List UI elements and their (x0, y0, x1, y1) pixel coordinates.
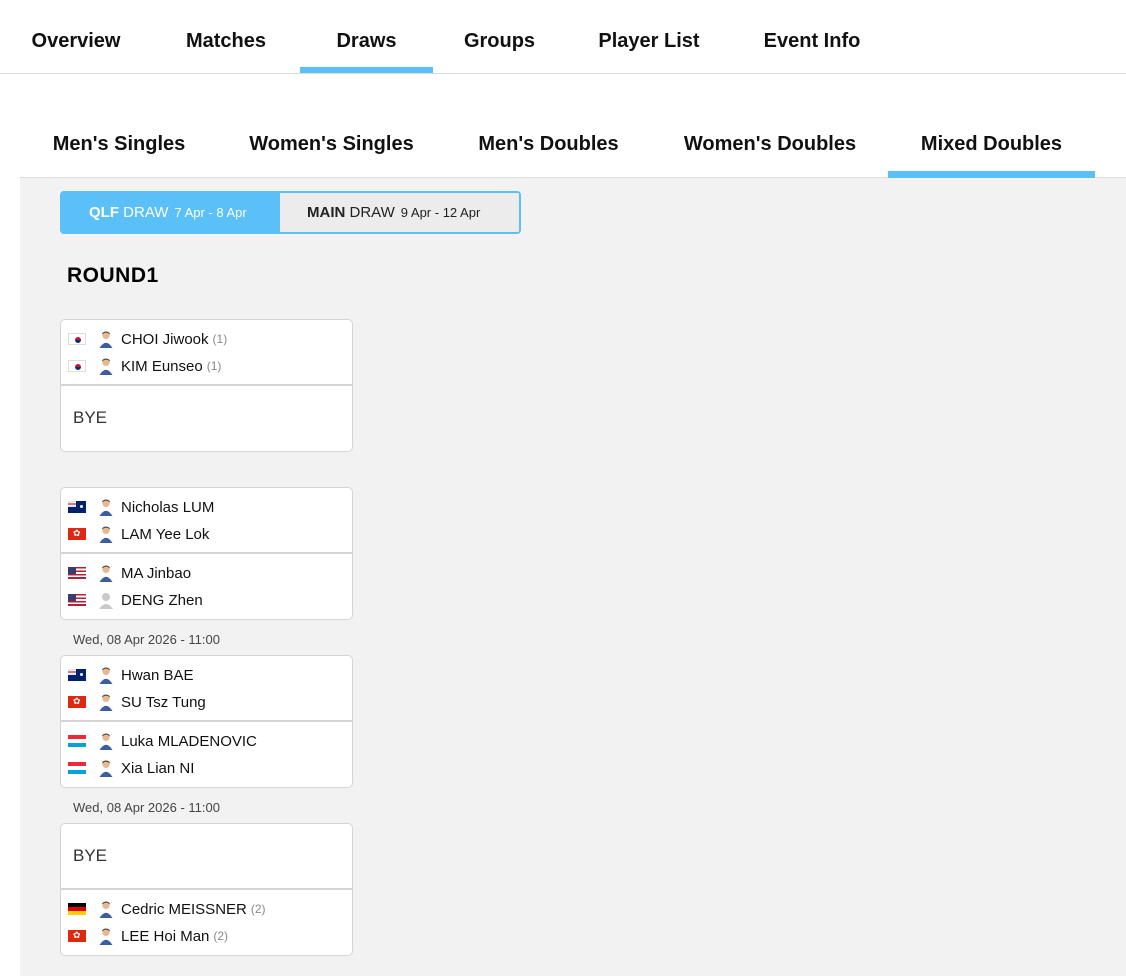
player-row[interactable]: KIM Eunseo (1) (68, 355, 221, 377)
player-name[interactable]: MA Jinbao (121, 565, 191, 582)
player-avatar-icon (97, 759, 115, 777)
player-name[interactable]: KIM Eunseo (121, 358, 203, 375)
player-row[interactable]: LEE Hoi Man (2) (68, 925, 228, 947)
default-avatar-icon (97, 591, 115, 609)
player-name[interactable]: CHOI Jiwook (121, 331, 209, 348)
player-name[interactable]: Nicholas LUM (121, 499, 214, 516)
match-card[interactable]: Hwan BAE SU Tsz Tung Luka MLADENOVIC Xia Li… (60, 655, 353, 788)
lu-flag-icon (68, 762, 86, 774)
qlf-dates: 7 Apr - 8 Apr (174, 205, 247, 220)
seed-number: (2) (213, 929, 229, 943)
player-name[interactable]: LAM Yee Lok (121, 526, 209, 543)
player-row[interactable]: Nicholas LUM (68, 496, 214, 518)
player-avatar-icon (97, 732, 115, 750)
event-tab-bar: Men's Singles Women's Singles Men's Doub… (20, 120, 1126, 178)
au-flag-icon (68, 669, 86, 681)
player-name[interactable]: SU Tsz Tung (121, 694, 206, 711)
tab-matches[interactable]: Matches (152, 0, 300, 73)
match-card[interactable]: Nicholas LUM LAM Yee Lok MA Jinbao DENG Zhe… (60, 487, 353, 620)
player-row[interactable]: Xia Lian NI (68, 757, 194, 779)
seed-number: (2) (250, 902, 266, 916)
tab-mixed-doubles[interactable]: Mixed Doubles (888, 120, 1095, 178)
player-name[interactable]: Xia Lian NI (121, 760, 194, 777)
round-title: ROUND1 (67, 264, 159, 287)
kr-flag-icon (68, 360, 86, 372)
de-flag-icon (68, 903, 86, 915)
player-avatar-icon (97, 498, 115, 516)
player-avatar-icon (97, 666, 115, 684)
us-flag-icon (68, 567, 86, 579)
player-row[interactable]: Luka MLADENOVIC (68, 730, 257, 752)
player-name[interactable]: Luka MLADENOVIC (121, 733, 257, 750)
bye-label: BYE (73, 408, 108, 427)
player-row[interactable]: Hwan BAE (68, 664, 194, 686)
player-name[interactable]: Hwan BAE (121, 667, 194, 684)
main-label: MAIN (307, 204, 346, 221)
match-side-bottom: MA Jinbao DENG Zhen (61, 554, 352, 620)
hk-flag-icon (68, 696, 86, 708)
player-row[interactable]: DENG Zhen (68, 589, 203, 611)
main-draw-button[interactable]: MAIN DRAW 9 Apr - 12 Apr (280, 193, 519, 232)
tab-womens-doubles[interactable]: Women's Doubles (652, 120, 888, 177)
match-time: Wed, 08 Apr 2026 - 11:00 (73, 800, 220, 815)
match-side-top: Hwan BAE SU Tsz Tung (61, 656, 352, 722)
player-avatar-icon (97, 927, 115, 945)
seed-number: (1) (212, 332, 228, 346)
bye-label: BYE (73, 846, 108, 865)
match-side-top: CHOI Jiwook (1) KIM Eunseo (1) (61, 320, 352, 386)
tab-player-list[interactable]: Player List (566, 0, 732, 73)
qlf-draw-button[interactable]: QLF DRAW 7 Apr - 8 Apr (62, 193, 280, 232)
hk-flag-icon (68, 930, 86, 942)
draw-stage-toggle: QLF DRAW 7 Apr - 8 Apr MAIN DRAW 9 Apr -… (60, 191, 521, 234)
main-dates: 9 Apr - 12 Apr (400, 205, 481, 220)
player-row[interactable]: LAM Yee Lok (68, 523, 209, 545)
qlf-label: QLF (89, 204, 119, 221)
us-flag-icon (68, 594, 86, 606)
tab-groups[interactable]: Groups (433, 0, 566, 73)
match-time: Wed, 08 Apr 2026 - 11:00 (73, 632, 220, 647)
player-avatar-icon (97, 330, 115, 348)
player-row[interactable]: MA Jinbao (68, 562, 191, 584)
au-flag-icon (68, 501, 86, 513)
player-avatar-icon (97, 357, 115, 375)
lu-flag-icon (68, 735, 86, 747)
tab-mens-singles[interactable]: Men's Singles (20, 120, 218, 177)
match-side-bottom: Luka MLADENOVIC Xia Lian NI (61, 722, 352, 788)
player-row[interactable]: CHOI Jiwook (1) (68, 328, 227, 350)
match-side-bottom: BYE (61, 386, 352, 452)
qlf-draw-word: DRAW (123, 204, 169, 221)
player-avatar-icon (97, 900, 115, 918)
match-card[interactable]: CHOI Jiwook (1) KIM Eunseo (1) BYE (60, 319, 353, 452)
player-avatar-icon (97, 693, 115, 711)
match-side-bottom: Cedric MEISSNER(2)LEE Hoi Man(2) (61, 890, 352, 956)
player-name[interactable]: LEE Hoi Man (121, 928, 209, 945)
tab-draws[interactable]: Draws (300, 0, 433, 73)
match-side-top: Nicholas LUM LAM Yee Lok (61, 488, 352, 554)
player-row[interactable]: SU Tsz Tung (68, 691, 206, 713)
tab-mens-doubles[interactable]: Men's Doubles (445, 120, 652, 177)
player-name[interactable]: DENG Zhen (121, 592, 203, 609)
tab-womens-singles[interactable]: Women's Singles (218, 120, 445, 177)
hk-flag-icon (68, 528, 86, 540)
player-avatar-icon (97, 525, 115, 543)
player-avatar-icon (97, 564, 115, 582)
match-card[interactable]: BYECedric MEISSNER(2)LEE Hoi Man(2) (60, 823, 353, 956)
player-name[interactable]: Cedric MEISSNER (121, 901, 247, 918)
draw-content: QLF DRAW 7 Apr - 8 Apr MAIN DRAW 9 Apr -… (20, 178, 1126, 976)
main-tab-bar: Overview Matches Draws Groups Player Lis… (0, 0, 1126, 74)
main-draw-word: DRAW (349, 204, 395, 221)
kr-flag-icon (68, 333, 86, 345)
tab-overview[interactable]: Overview (0, 0, 152, 73)
seed-number: (1) (206, 359, 222, 373)
match-side-top: BYE (61, 824, 352, 890)
player-row[interactable]: Cedric MEISSNER (2) (68, 898, 266, 920)
tab-event-info[interactable]: Event Info (732, 0, 892, 73)
